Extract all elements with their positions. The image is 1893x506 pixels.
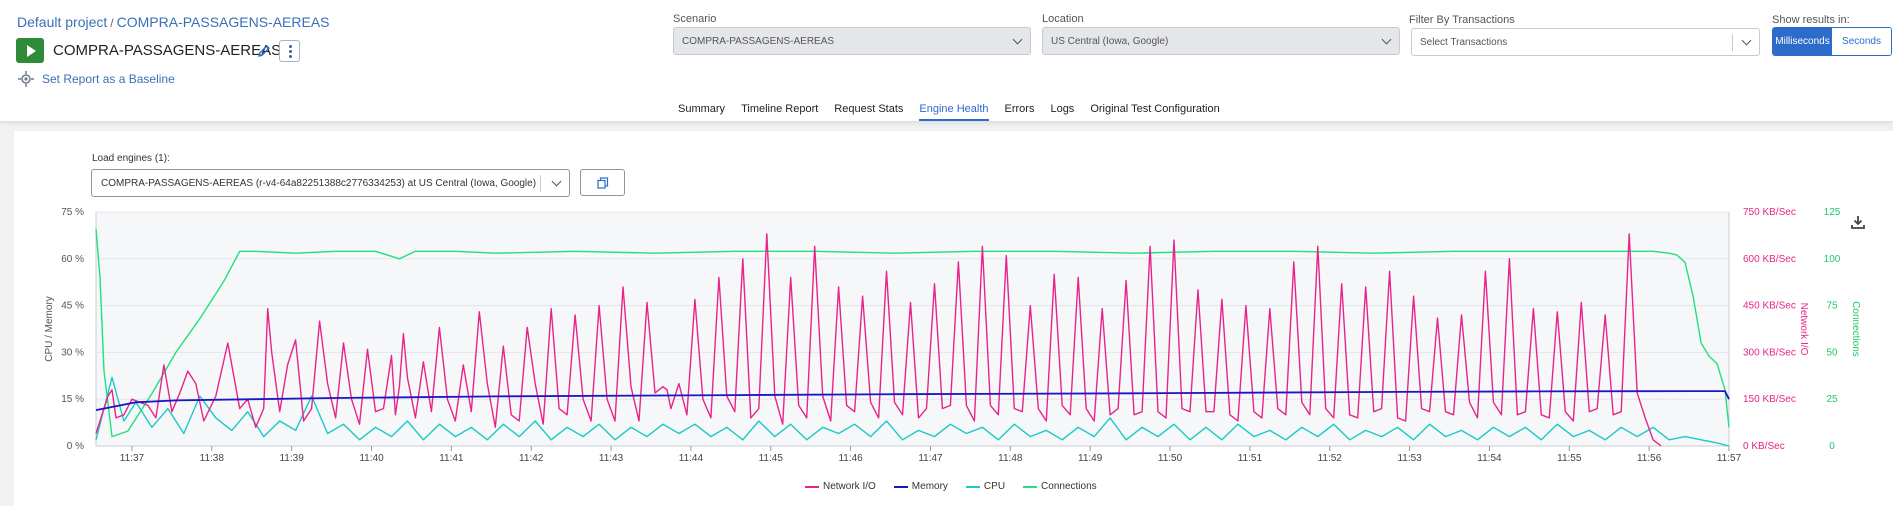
legend-swatch	[965, 485, 980, 488]
y-tick-left: 60 %	[61, 254, 84, 265]
x-tick-label: 11:53	[1397, 453, 1422, 464]
y-tick-network: 0 KB/Sec	[1743, 441, 1785, 452]
legend-item-connections[interactable]: Connections	[1023, 481, 1097, 492]
legend-item-cpu[interactable]: CPU	[965, 481, 1006, 492]
legend-label: Network I/O	[823, 481, 876, 492]
y-tick-left: 75 %	[61, 207, 84, 218]
x-tick-label: 11:56	[1637, 453, 1662, 464]
engine-health-chart: 0 % 0 KB/Sec 0 15 % 150 KB/Sec 25 30 % 300 KB/S…	[44, 207, 1861, 464]
y-tick-network: 600 KB/Sec	[1743, 254, 1796, 265]
x-tick-label: 11:38	[200, 453, 225, 464]
legend-swatch	[1023, 485, 1038, 488]
chart-legend: Network I/O Memory CPU Connections	[805, 481, 1097, 492]
y-tick-left: 0 %	[67, 441, 84, 452]
y-tick-connections: 50	[1826, 347, 1838, 358]
legend-swatch	[893, 485, 908, 488]
x-tick-label: 11:50	[1158, 453, 1183, 464]
x-tick-label: 11:39	[279, 453, 304, 464]
y-tick-network: 150 KB/Sec	[1743, 394, 1796, 405]
y-tick-connections: 0	[1829, 441, 1835, 452]
y-tick-connections: 125	[1824, 207, 1841, 218]
legend-swatch	[805, 485, 819, 488]
x-tick-label: 11:54	[1477, 453, 1502, 464]
x-tick-label: 11:43	[599, 453, 624, 464]
legend-label: Memory	[911, 481, 948, 492]
x-tick-label: 11:44	[679, 453, 704, 464]
x-tick-label: 11:47	[918, 453, 943, 464]
y-tick-connections: 25	[1826, 394, 1838, 405]
y-tick-left: 45 %	[61, 301, 84, 312]
x-tick-label: 11:48	[998, 453, 1023, 464]
y-axis-title-network: Network I/O	[1798, 303, 1809, 356]
x-tick-label: 11:40	[359, 453, 384, 464]
y-tick-network: 450 KB/Sec	[1743, 301, 1796, 312]
y-tick-left: 15 %	[61, 394, 84, 405]
x-tick-label: 11:37	[120, 453, 145, 464]
y-tick-connections: 75	[1826, 301, 1838, 312]
x-tick-label: 11:45	[759, 453, 784, 464]
legend-item-network[interactable]: Network I/O	[805, 481, 876, 492]
x-tick-label: 11:57	[1717, 453, 1742, 464]
y-axis-title-connections: Connections	[1850, 301, 1861, 357]
x-tick-label: 11:51	[1238, 453, 1263, 464]
x-tick-label: 11:46	[838, 453, 863, 464]
x-tick-label: 11:55	[1557, 453, 1582, 464]
legend-item-memory[interactable]: Memory	[893, 481, 948, 492]
x-tick-label: 11:49	[1078, 453, 1103, 464]
y-axis-title-left: CPU / Memory	[44, 296, 55, 362]
x-tick-label: 11:42	[519, 453, 544, 464]
y-tick-connections: 100	[1824, 254, 1841, 265]
y-tick-network: 750 KB/Sec	[1743, 207, 1796, 218]
y-tick-left: 30 %	[61, 347, 84, 358]
y-tick-network: 300 KB/Sec	[1743, 347, 1796, 358]
x-tick-label: 11:52	[1318, 453, 1343, 464]
legend-label: CPU	[983, 481, 1006, 492]
legend-label: Connections	[1041, 481, 1097, 492]
x-tick-label: 11:41	[439, 453, 464, 464]
